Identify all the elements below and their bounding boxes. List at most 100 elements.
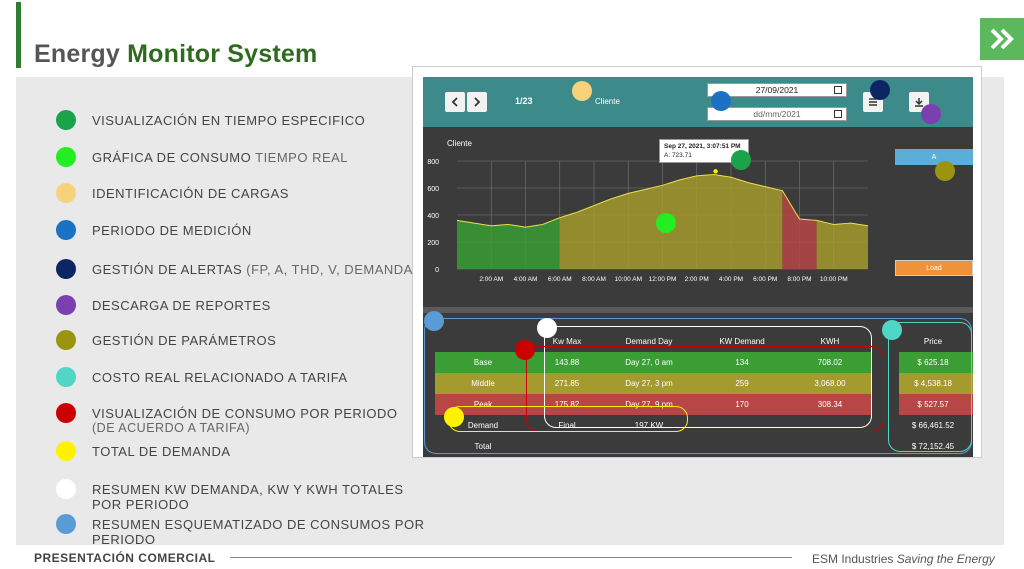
date-to-placeholder: dd/mm/2021 <box>753 109 801 119</box>
legend-dot <box>56 295 76 315</box>
legend-item: GESTIÓN DE PARÁMETROS <box>56 330 276 350</box>
x-tick-label: 8:00 AM <box>582 276 606 283</box>
x-tick-label: 8:00 PM <box>787 276 811 283</box>
legend-item: IDENTIFICACIÓN DE CARGAS <box>56 183 289 203</box>
legend-dot <box>56 403 76 423</box>
parameters-dot <box>935 161 955 181</box>
legend-item: PERIODO DE MEDICIÓN <box>56 220 252 240</box>
x-tick-label: 6:00 AM <box>548 276 572 283</box>
title-part-1: Energy <box>34 40 120 68</box>
footer-divider <box>230 557 792 558</box>
legend-item: RESUMEN KW DEMANDA, KW Y KWH TOTALES POR… <box>56 479 426 512</box>
prev-page-button[interactable] <box>445 92 465 112</box>
schematic-summary-dot <box>424 311 444 331</box>
legend-label-main: GRÁFICA DE CONSUMO <box>92 150 252 165</box>
realtime-consumption-dot <box>656 213 676 233</box>
date-to-input[interactable]: dd/mm/2021 <box>707 107 847 121</box>
alerts-dot <box>870 80 890 100</box>
y-tick-label: 200 <box>427 240 439 247</box>
legend-label-suffix: (FP, A, THD, V, DEMANDA) <box>242 262 418 277</box>
date-from-value: 27/09/2021 <box>755 85 799 95</box>
load-label: Load <box>926 264 942 272</box>
legend-item: GESTIÓN DE ALERTAS (FP, A, THD, V, DEMAN… <box>56 259 418 279</box>
legend-dot <box>56 259 76 279</box>
x-tick-label: 12:00 PM <box>649 276 677 283</box>
x-tick-label: 4:00 PM <box>719 276 743 283</box>
next-page-button[interactable] <box>467 92 487 112</box>
legend-label: GESTIÓN DE ALERTAS (FP, A, THD, V, DEMAN… <box>92 262 418 277</box>
legend-dot <box>56 110 76 130</box>
page-counter: 1/23 <box>515 96 533 106</box>
y-tick-label: 800 <box>427 159 439 166</box>
legend-label: DESCARGA DE REPORTES <box>92 298 271 313</box>
legend-label: GRÁFICA DE CONSUMO TIEMPO REAL <box>92 150 348 165</box>
load-button[interactable]: Load <box>895 260 973 276</box>
title-part-2: Monitor System <box>127 40 318 68</box>
legend-item: TOTAL DE DEMANDA <box>56 441 231 461</box>
legend-item: VISUALIZACIÓN DE CONSUMO POR PERIODO (DE … <box>56 403 398 436</box>
reports-dot <box>921 104 941 124</box>
y-tick-label: 600 <box>427 186 439 193</box>
x-tick-label: 2:00 AM <box>479 276 503 283</box>
calendar-icon <box>834 86 842 94</box>
legend-label: TOTAL DE DEMANDA <box>92 444 231 459</box>
legend-label-main: VISUALIZACIÓN EN TIEMPO ESPECIFICO <box>92 113 366 128</box>
measurement-period-dot <box>711 91 731 111</box>
legend-label: VISUALIZACIÓN DE CONSUMO POR PERIODO (DE … <box>92 406 398 436</box>
legend-label-line2: (DE ACUERDO A TARIFA) <box>92 421 250 435</box>
app-toolbar: 1/23 Cliente 27/09/2021 dd/mm/2021 <box>423 77 973 127</box>
legend-label-main: RESUMEN KW DEMANDA, KW Y KWH TOTALES POR… <box>92 482 404 512</box>
kw-summary-dot <box>537 318 557 338</box>
legend-label-main: PERIODO DE MEDICIÓN <box>92 223 252 238</box>
legend-dot <box>56 514 76 534</box>
legend-dot <box>56 479 76 499</box>
legend-label-main: IDENTIFICACIÓN DE CARGAS <box>92 186 289 201</box>
legend-label: IDENTIFICACIÓN DE CARGAS <box>92 186 289 201</box>
legend-item: RESUMEN ESQUEMATIZADO DE CONSUMOS POR PE… <box>56 514 426 547</box>
tooltip-point <box>713 169 718 174</box>
y-tick-label: 400 <box>427 213 439 220</box>
legend-dot <box>56 220 76 240</box>
x-tick-label: 10:00 AM <box>615 276 642 283</box>
legend-label: GESTIÓN DE PARÁMETROS <box>92 333 276 348</box>
legend-dot <box>56 367 76 387</box>
next-slide-button[interactable] <box>980 18 1024 60</box>
legend-label-main: DESCARGA DE REPORTES <box>92 298 271 313</box>
tooltip-time: Sep 27, 2021, 3:07:51 PM <box>664 143 741 150</box>
legend-dot <box>56 441 76 461</box>
page-title: Energy Monitor System <box>34 40 317 69</box>
double-chevron-right-icon <box>990 28 1014 50</box>
legend-label: PERIODO DE MEDICIÓN <box>92 223 252 238</box>
legend-item: VISUALIZACIÓN EN TIEMPO ESPECIFICO <box>56 110 365 130</box>
download-icon <box>915 98 923 107</box>
legend-item: DESCARGA DE REPORTES <box>56 295 271 315</box>
x-tick-label: 2:00 PM <box>685 276 709 283</box>
legend-dot <box>56 183 76 203</box>
tariff-cost-dot <box>882 320 902 340</box>
x-tick-label: 10:00 PM <box>820 276 848 283</box>
chevron-right-icon <box>474 97 481 107</box>
legend-label-main: GESTIÓN DE PARÁMETROS <box>92 333 277 348</box>
load-identification-dot <box>572 81 592 101</box>
y-tick-label: 0 <box>435 267 439 274</box>
x-tick-label: 6:00 PM <box>753 276 777 283</box>
cliente-label: Cliente <box>595 97 620 106</box>
parameter-a-label: A <box>931 153 937 161</box>
legend-label-main: VISUALIZACIÓN DE CONSUMO POR PERIODO <box>92 406 398 421</box>
demand-total-ring <box>448 406 688 432</box>
legend-label: VISUALIZACIÓN EN TIEMPO ESPECIFICO <box>92 113 365 128</box>
legend-dot <box>56 147 76 167</box>
footer-label: PRESENTACIÓN COMERCIAL <box>34 551 216 565</box>
specific-time-dot <box>731 150 751 170</box>
calendar-icon <box>834 110 842 118</box>
parameter-a-button[interactable]: A <box>895 149 973 165</box>
legend-label-main: GESTIÓN DE ALERTAS <box>92 262 243 277</box>
legend-label: COSTO REAL RELACIONADO A TARIFA <box>92 370 348 385</box>
total-demand-dot <box>444 407 464 427</box>
chevron-left-icon <box>451 97 458 107</box>
footer-brand: ESM Industries Saving the Energy <box>812 552 995 566</box>
legend-item: COSTO REAL RELACIONADO A TARIFA <box>56 367 348 387</box>
consumption-chart: Cliente 800 600 400 200 0 2:00 AM 4:00 AM 6:00 … <box>423 127 973 307</box>
legend-label: RESUMEN ESQUEMATIZADO DE CONSUMOS POR PE… <box>92 517 426 547</box>
legend-item: GRÁFICA DE CONSUMO TIEMPO REAL <box>56 147 348 167</box>
